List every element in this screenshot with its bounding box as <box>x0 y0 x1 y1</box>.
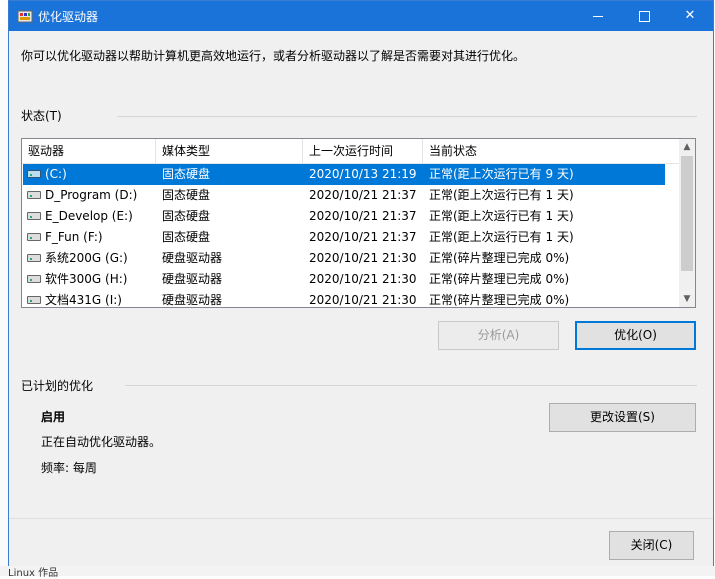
minimize-icon <box>593 16 603 17</box>
current-status: 正常(距上次运行已有 1 天) <box>429 230 574 244</box>
media-type: 固态硬盘 <box>162 167 211 181</box>
change-settings-button[interactable]: 更改设置(S) <box>549 403 696 432</box>
status-section-label: 状态(T) <box>21 109 62 123</box>
defrag-app-icon <box>17 10 33 23</box>
drive-icon <box>27 254 41 262</box>
window-title: 优化驱动器 <box>38 10 99 24</box>
drive-list[interactable]: 驱动器 媒体类型 上一次运行时间 当前状态 (C:) 固态硬盘 2020/10/… <box>21 138 696 308</box>
minimize-button[interactable] <box>575 1 621 31</box>
current-status: 正常(距上次运行已有 9 天) <box>429 167 574 181</box>
media-type: 硬盘驱动器 <box>162 251 223 265</box>
schedule-separator <box>125 385 697 386</box>
dialog-footer: 关闭(C) <box>9 518 713 566</box>
schedule-frequency: 频率: 每周 <box>41 461 97 475</box>
last-run: 2020/10/13 21:19 <box>309 167 417 181</box>
close-button[interactable]: 关闭(C) <box>609 531 694 560</box>
current-status: 正常(碎片整理已完成 0%) <box>429 251 570 265</box>
description-text: 你可以优化驱动器以帮助计算机更高效地运行，或者分析驱动器以了解是否需要对其进行优… <box>21 49 526 63</box>
maximize-icon <box>639 11 650 22</box>
background-text: Linux 作品 <box>8 568 59 579</box>
media-type: 固态硬盘 <box>162 188 211 202</box>
drive-name: E_Develop (E:) <box>45 209 133 223</box>
schedule-auto-text: 正在自动优化驱动器。 <box>41 435 162 449</box>
optimize-drives-dialog: 优化驱动器 ✕ 你可以优化驱动器以帮助计算机更高效地运行，或者分析驱动器以了解是… <box>8 0 714 566</box>
last-run: 2020/10/21 21:37 <box>309 230 417 244</box>
table-row[interactable]: D_Program (D:) 固态硬盘 2020/10/21 21:37 正常(… <box>23 185 665 206</box>
background-window-bottom: Linux 作品 <box>0 566 715 579</box>
drive-icon <box>27 296 41 304</box>
scroll-down-icon[interactable]: ▼ <box>679 291 695 307</box>
drive-name: 文档431G (I:) <box>45 293 122 307</box>
last-run: 2020/10/21 21:30 <box>309 272 417 286</box>
last-run: 2020/10/21 21:30 <box>309 293 417 307</box>
maximize-button[interactable] <box>621 1 667 31</box>
schedule-status: 启用 <box>41 410 66 424</box>
media-type: 硬盘驱动器 <box>162 272 223 286</box>
list-header: 驱动器 媒体类型 上一次运行时间 当前状态 <box>22 139 681 164</box>
optimize-button[interactable]: 优化(O) <box>575 321 696 350</box>
drive-icon <box>27 191 41 199</box>
column-header-drive[interactable]: 驱动器 <box>22 139 156 163</box>
table-row[interactable]: F_Fun (F:) 固态硬盘 2020/10/21 21:37 正常(距上次运… <box>23 227 665 248</box>
drive-name: F_Fun (F:) <box>45 230 103 244</box>
current-status: 正常(距上次运行已有 1 天) <box>429 209 574 223</box>
close-icon: ✕ <box>684 8 696 23</box>
scroll-thumb[interactable] <box>681 156 693 271</box>
drive-name: (C:) <box>45 167 67 181</box>
column-header-current-status[interactable]: 当前状态 <box>423 139 681 163</box>
table-row[interactable]: (C:) 固态硬盘 2020/10/13 21:19 正常(距上次运行已有 9 … <box>23 164 665 185</box>
media-type: 固态硬盘 <box>162 209 211 223</box>
current-status: 正常(碎片整理已完成 0%) <box>429 293 570 307</box>
drive-icon <box>27 212 41 220</box>
drive-name: D_Program (D:) <box>45 188 138 202</box>
current-status: 正常(碎片整理已完成 0%) <box>429 272 570 286</box>
system-drive-icon <box>27 170 41 178</box>
scroll-up-icon[interactable]: ▲ <box>679 139 695 155</box>
last-run: 2020/10/21 21:37 <box>309 188 417 202</box>
drive-name: 软件300G (H:) <box>45 272 128 286</box>
table-row[interactable]: 软件300G (H:) 硬盘驱动器 2020/10/21 21:30 正常(碎片… <box>23 269 665 290</box>
media-type: 硬盘驱动器 <box>162 293 223 307</box>
table-row[interactable]: 系统200G (G:) 硬盘驱动器 2020/10/21 21:30 正常(碎片… <box>23 248 665 269</box>
table-row[interactable]: E_Develop (E:) 固态硬盘 2020/10/21 21:37 正常(… <box>23 206 665 227</box>
last-run: 2020/10/21 21:37 <box>309 209 417 223</box>
status-separator <box>117 116 697 117</box>
analyze-button[interactable]: 分析(A) <box>438 321 559 350</box>
media-type: 固态硬盘 <box>162 230 211 244</box>
column-header-media-type[interactable]: 媒体类型 <box>156 139 303 163</box>
close-window-button[interactable]: ✕ <box>667 1 713 31</box>
column-header-last-run[interactable]: 上一次运行时间 <box>303 139 423 163</box>
scheduled-optimization-label: 已计划的优化 <box>21 379 94 393</box>
last-run: 2020/10/21 21:30 <box>309 251 417 265</box>
title-bar[interactable]: 优化驱动器 ✕ <box>9 1 713 31</box>
current-status: 正常(距上次运行已有 1 天) <box>429 188 574 202</box>
drive-name: 系统200G (G:) <box>45 251 128 265</box>
vertical-scrollbar[interactable]: ▲ ▼ <box>679 139 695 307</box>
drive-icon <box>27 233 41 241</box>
table-row[interactable]: 文档431G (I:) 硬盘驱动器 2020/10/21 21:30 正常(碎片… <box>23 290 665 307</box>
drive-icon <box>27 275 41 283</box>
